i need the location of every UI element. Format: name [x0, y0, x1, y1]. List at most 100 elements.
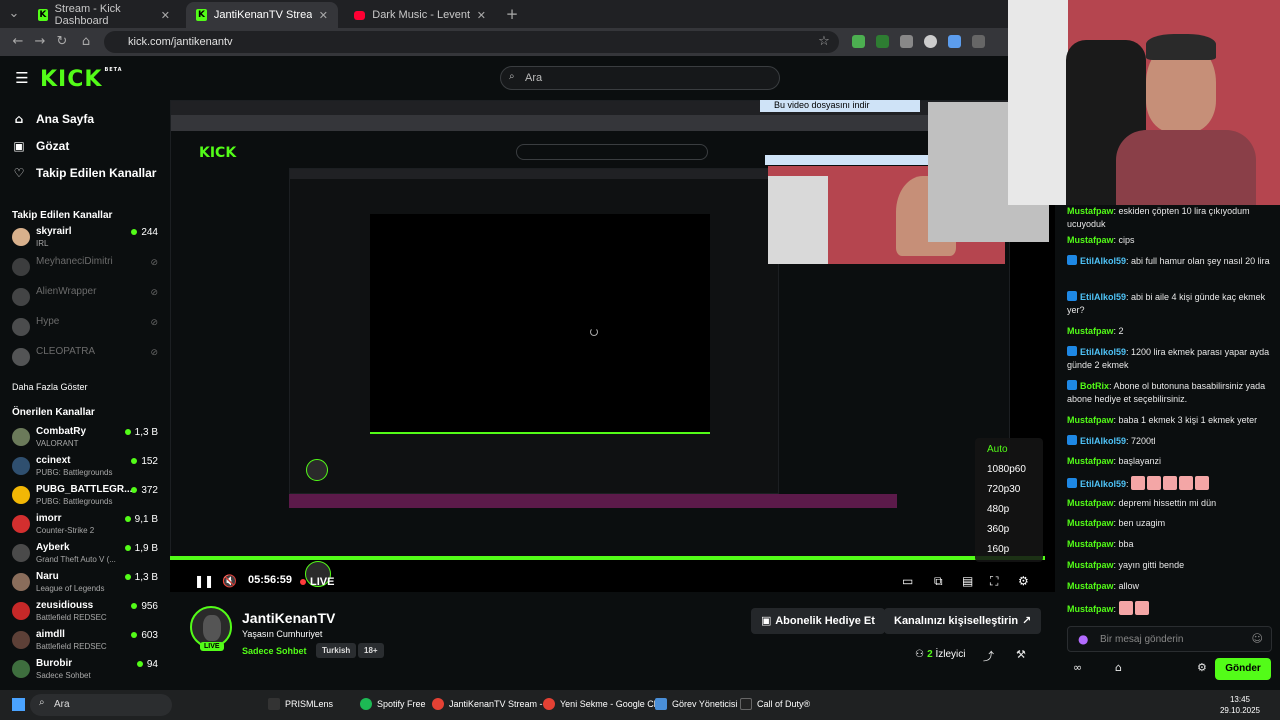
webcam-hair: [1146, 34, 1216, 60]
kick-logo[interactable]: KICK BETA: [40, 67, 123, 92]
download-banner[interactable]: Bu video dosyasını indir: [760, 100, 920, 112]
extension-icon[interactable]: [900, 35, 913, 48]
taskbar-app[interactable]: Yeni Sekme - Google Ch: [543, 698, 659, 710]
fullscreen-icon[interactable]: ⛶: [990, 574, 998, 589]
show-more-link[interactable]: Daha Fazla Göster: [12, 382, 88, 392]
tab-jantikenantv[interactable]: K JantiKenanTV Stream - Watch L ✕: [186, 2, 338, 28]
pause-icon[interactable]: ❚❚: [194, 574, 214, 588]
share-icon[interactable]: ⤴: [983, 648, 994, 664]
extension-icon[interactable]: [852, 35, 865, 48]
chat-username[interactable]: Mustafpaw: [1067, 326, 1114, 336]
quality-option[interactable]: 480p: [987, 504, 1009, 515]
chat-username[interactable]: Mustafpaw: [1067, 560, 1114, 570]
menu-icon[interactable]: ☰: [14, 69, 30, 87]
chat-username[interactable]: EtilAlkol59: [1080, 436, 1126, 446]
chat-username[interactable]: BotRix: [1080, 381, 1109, 391]
home-icon[interactable]: ⌂: [78, 34, 94, 49]
sidebar-channel-alienwrapper[interactable]: AlienWrapper ⊘: [12, 286, 162, 312]
close-icon[interactable]: ✕: [477, 9, 486, 22]
sidebar-channel-imorr[interactable]: imorr Counter-Strike 2 9,1 B: [12, 513, 162, 539]
windows-start-icon[interactable]: [12, 698, 25, 711]
chat-username[interactable]: EtilAlkol59: [1080, 479, 1126, 489]
extension-icon[interactable]: [924, 35, 937, 48]
taskbar-app[interactable]: Call of Duty®: [740, 698, 810, 710]
quality-option[interactable]: 360p: [987, 524, 1009, 535]
chat-username[interactable]: Mustafpaw: [1067, 456, 1114, 466]
points-icon[interactable]: ∞: [1073, 661, 1082, 674]
stream-category[interactable]: Sadece Sohbet: [242, 646, 307, 656]
chat-username[interactable]: Mustafpaw: [1067, 498, 1114, 508]
taskbar-clock[interactable]: 13:45 29.10.2025: [1220, 694, 1260, 716]
chat-username[interactable]: EtilAlkol59: [1080, 347, 1126, 357]
mod-tools-icon[interactable]: ⚒: [1016, 648, 1026, 661]
close-icon[interactable]: ✕: [319, 9, 328, 22]
theater-mode-icon[interactable]: ▭: [902, 574, 913, 588]
quality-option[interactable]: 160p: [987, 544, 1009, 555]
settings-gear-icon[interactable]: ⚙: [1018, 574, 1029, 588]
taskbar-app[interactable]: Spotify Free: [360, 698, 426, 710]
sidebar-channel-aimdll[interactable]: aimdll Battlefield REDSEC 603: [12, 629, 162, 655]
quality-option[interactable]: Auto: [987, 444, 1008, 455]
nav-following[interactable]: ♡ Takip Edilen Kanallar: [12, 166, 157, 180]
chat-username[interactable]: Mustafpaw: [1067, 206, 1114, 216]
quality-option[interactable]: 720p30: [987, 484, 1020, 495]
send-button[interactable]: Gönder: [1215, 658, 1271, 680]
chat-username[interactable]: Mustafpaw: [1067, 581, 1114, 591]
tab-kick-dashboard[interactable]: K Stream - Kick Dashboard ✕: [28, 2, 180, 28]
clip-icon[interactable]: ▤: [962, 574, 973, 588]
sidebar-channel-ccinext[interactable]: ccinext PUBG: Battlegrounds 152: [12, 455, 162, 481]
emoji-icon[interactable]: ☺: [1252, 632, 1263, 645]
extension-icon[interactable]: [948, 35, 961, 48]
progress-bar[interactable]: [170, 556, 1045, 560]
sidebar-channel-skyrairl[interactable]: skyrairl IRL 244: [12, 226, 162, 252]
forward-icon[interactable]: →: [32, 34, 48, 49]
sidebar-channel-zeusidiouss[interactable]: zeusidiouss Battlefield REDSEC 956: [12, 600, 162, 626]
player-live-indicator[interactable]: LIVE: [300, 574, 334, 588]
extension-icon[interactable]: [876, 35, 889, 48]
sidebar-channel-combatry[interactable]: CombatRy VALORANT 1,3 B: [12, 426, 162, 452]
nav-browse[interactable]: ▣ Gözat: [12, 139, 69, 153]
chat-username[interactable]: EtilAlkol59: [1080, 292, 1126, 302]
tag-age[interactable]: 18+: [358, 643, 384, 658]
microphone-icon[interactable]: ●: [1078, 632, 1088, 646]
tab-search-icon[interactable]: ⌄: [6, 6, 22, 21]
store-icon[interactable]: ⌂: [1115, 661, 1122, 674]
reload-icon[interactable]: ↻: [54, 34, 70, 49]
chat-settings-icon[interactable]: ⚙: [1197, 661, 1207, 674]
quality-option[interactable]: 1080p60: [987, 464, 1026, 475]
video-player[interactable]: KICK Bu video dosyasını indir Bu video d…: [170, 100, 1055, 592]
taskbar-app[interactable]: Görev Yöneticisi: [655, 698, 737, 710]
pip-icon[interactable]: ⧉: [934, 574, 943, 589]
back-icon[interactable]: ←: [10, 34, 26, 49]
gift-subscription-button[interactable]: ▣ Abonelik Hediye Et: [751, 608, 885, 634]
bookmark-star-icon[interactable]: ☆: [816, 34, 832, 49]
channel-name[interactable]: JantiKenanTV: [242, 610, 335, 626]
volume-muted-icon[interactable]: 🔇: [222, 574, 237, 588]
chat-username[interactable]: Mustafpaw: [1067, 415, 1114, 425]
chat-username[interactable]: Mustafpaw: [1067, 539, 1114, 549]
url-input[interactable]: kick.com/jantikenantv: [104, 31, 839, 53]
extensions-puzzle-icon[interactable]: [972, 35, 985, 48]
taskbar-search[interactable]: ⌕ Ara: [30, 694, 172, 716]
taskbar-app[interactable]: JantiKenanTV Stream - 1: [432, 698, 550, 710]
sidebar-channel-meyhanecidimitri[interactable]: MeyhaneciDimitri ⊘: [12, 256, 162, 282]
sidebar-channel-cleopatra[interactable]: CLEOPATRA ⊘: [12, 346, 162, 372]
chat-username[interactable]: Mustafpaw: [1067, 518, 1114, 528]
tag-language[interactable]: Turkish: [316, 643, 357, 658]
chat-input[interactable]: ● Bir mesaj gönderin ☺: [1067, 626, 1272, 652]
search-input[interactable]: ⌕ Ara: [500, 66, 780, 90]
sidebar-channel-ayberk[interactable]: Ayberk Grand Theft Auto V (... 1,9 B: [12, 542, 162, 568]
new-tab-button[interactable]: +: [504, 5, 520, 23]
sidebar-channel-burobir[interactable]: Burobir Sadece Sohbet 94: [12, 658, 162, 684]
sidebar-channel-pubgbattlegr[interactable]: PUBG_BATTLEGR... PUBG: Battlegrounds 372: [12, 484, 162, 510]
sidebar-channel-naru[interactable]: Naru League of Legends 1,3 B: [12, 571, 162, 597]
tab-dark-music[interactable]: Dark Music - Levent Yüksel ✕: [344, 2, 496, 28]
nav-home[interactable]: ⌂ Ana Sayfa: [12, 112, 94, 126]
taskbar-app[interactable]: PRISMLens: [268, 698, 333, 710]
sidebar-channel-hype[interactable]: Hype ⊘: [12, 316, 162, 342]
chat-username[interactable]: EtilAlkol59: [1080, 256, 1126, 266]
customize-channel-button[interactable]: Kanalınızı kişiselleştirin ↗: [884, 608, 1042, 634]
chat-username[interactable]: Mustafpaw: [1067, 604, 1114, 614]
chat-username[interactable]: Mustafpaw: [1067, 235, 1114, 245]
close-icon[interactable]: ✕: [161, 9, 170, 22]
